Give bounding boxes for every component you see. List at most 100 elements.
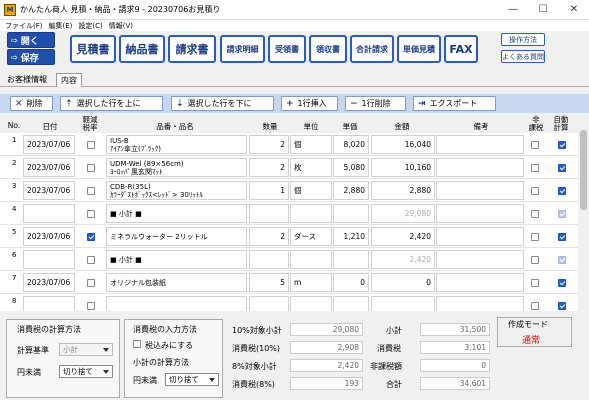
vertical-scrollbar[interactable] bbox=[578, 116, 589, 311]
reduced-tax-checkbox[interactable] bbox=[87, 164, 95, 172]
price-cell[interactable] bbox=[333, 250, 369, 269]
unit-cell[interactable]: 個 bbox=[290, 135, 332, 154]
menu-file[interactable]: ファイル(F) bbox=[5, 21, 43, 31]
insert-row-button[interactable]: +1行挿入 bbox=[281, 96, 338, 111]
qty-cell[interactable] bbox=[249, 296, 289, 311]
menu-info[interactable]: 情報(V) bbox=[109, 21, 133, 31]
auto-calc-checkbox[interactable] bbox=[558, 164, 566, 172]
nontax-checkbox[interactable] bbox=[531, 187, 539, 195]
date-cell[interactable]: 2023/07/06 bbox=[23, 273, 75, 292]
memo-cell[interactable] bbox=[436, 296, 524, 311]
auto-calc-checkbox[interactable] bbox=[558, 302, 566, 310]
amount-cell[interactable]: 2,420 bbox=[371, 227, 435, 246]
delete-row-button[interactable]: −1行削除 bbox=[345, 96, 406, 111]
item-name-cell[interactable] bbox=[106, 296, 247, 311]
menu-settings[interactable]: 設定(C) bbox=[78, 21, 102, 31]
reduced-tax-checkbox[interactable] bbox=[87, 141, 95, 149]
amount-cell[interactable]: 29,080 bbox=[371, 204, 435, 223]
nontax-checkbox[interactable] bbox=[531, 279, 539, 287]
unit-price-estimate-button[interactable]: 単価見積 bbox=[397, 35, 441, 63]
auto-calc-checkbox[interactable] bbox=[558, 256, 566, 264]
invoice-detail-button[interactable]: 請求明細 bbox=[220, 35, 265, 63]
date-cell[interactable] bbox=[23, 250, 75, 269]
tab-content[interactable]: 内容 bbox=[56, 73, 82, 87]
table-row[interactable]: 8 bbox=[0, 294, 578, 311]
fax-button[interactable]: FAX bbox=[444, 35, 478, 63]
export-button[interactable]: ⇥ エクスポート bbox=[413, 96, 496, 111]
amount-cell[interactable]: 2,420 bbox=[371, 250, 435, 269]
move-down-button[interactable]: ⇣ 選択した行を下に bbox=[171, 96, 274, 111]
auto-calc-checkbox[interactable] bbox=[558, 233, 566, 241]
unit-cell[interactable]: ダース bbox=[290, 227, 332, 246]
reduced-tax-checkbox[interactable] bbox=[87, 210, 95, 218]
how-to-button[interactable]: 操作方法 bbox=[501, 33, 545, 46]
menu-edit[interactable]: 編集(E) bbox=[49, 21, 73, 31]
item-name-cell[interactable]: CDB-R(35L) ｶﾗｰﾀﾞｽﾄﾎﾞｯｸｽ<ﾚｯﾄﾞ> 30ﾘｯﾄﾙ bbox=[106, 181, 247, 200]
date-cell[interactable]: 2023/07/06 bbox=[23, 135, 75, 154]
nontax-checkbox[interactable] bbox=[531, 164, 539, 172]
price-cell[interactable]: 0 bbox=[333, 273, 369, 292]
qty-cell[interactable]: 2 bbox=[249, 135, 289, 154]
tab-customer-info[interactable]: お客様情報 bbox=[3, 73, 51, 87]
tax-inclusive-checkbox[interactable] bbox=[133, 340, 141, 348]
close-icon[interactable]: ✕ bbox=[559, 0, 589, 20]
memo-cell[interactable] bbox=[436, 227, 524, 246]
maximize-icon[interactable]: ☐ bbox=[528, 0, 558, 20]
nontax-checkbox[interactable] bbox=[531, 302, 539, 310]
qty-cell[interactable]: 1 bbox=[249, 181, 289, 200]
receipt-button[interactable]: 領収書 bbox=[309, 35, 347, 63]
amount-cell[interactable]: 16,040 bbox=[371, 135, 435, 154]
memo-cell[interactable] bbox=[436, 204, 524, 223]
reduced-tax-checkbox[interactable] bbox=[87, 233, 95, 241]
price-cell[interactable] bbox=[333, 296, 369, 311]
nontax-checkbox[interactable] bbox=[531, 141, 539, 149]
qty-cell[interactable]: 2 bbox=[249, 158, 289, 177]
scrollbar-thumb[interactable] bbox=[580, 130, 587, 210]
item-name-cell[interactable]: ミネラルウォーター 2リットル bbox=[106, 227, 247, 246]
estimate-button[interactable]: 見積書 bbox=[70, 35, 116, 63]
memo-cell[interactable] bbox=[436, 158, 524, 177]
table-row[interactable]: 7 2023/07/06 オリジナル包装紙 5 m 0 0 bbox=[0, 271, 578, 294]
item-name-cell[interactable]: ■ 小計 ■ bbox=[106, 204, 247, 223]
table-row[interactable]: 4 ■ 小計 ■ 29,080 bbox=[0, 202, 578, 225]
item-name-cell[interactable]: ■ 小計 ■ bbox=[106, 250, 247, 269]
unit-cell[interactable]: m bbox=[290, 273, 332, 292]
price-cell[interactable]: 5,080 bbox=[333, 158, 369, 177]
date-cell[interactable] bbox=[23, 204, 75, 223]
auto-calc-checkbox[interactable] bbox=[558, 279, 566, 287]
tax-round-select[interactable]: 切り捨て bbox=[59, 365, 113, 378]
date-cell[interactable]: 2023/07/06 bbox=[23, 158, 75, 177]
date-cell[interactable] bbox=[23, 296, 75, 311]
tax-basis-select[interactable]: 小計 bbox=[59, 343, 113, 356]
move-up-button[interactable]: ⇡ 選択した行を上に bbox=[60, 96, 163, 111]
invoice-button[interactable]: 請求書 bbox=[168, 35, 216, 63]
minimize-icon[interactable]: — bbox=[498, 0, 528, 20]
table-row[interactable]: 5 2023/07/06 ミネラルウォーター 2リットル 2 ダース 1,210 2,420 bbox=[0, 225, 578, 248]
table-row[interactable]: 6 ■ 小計 ■ 2,420 bbox=[0, 248, 578, 271]
unit-cell[interactable]: 枚 bbox=[290, 158, 332, 177]
qty-cell[interactable] bbox=[249, 204, 289, 223]
item-name-cell[interactable]: オリジナル包装紙 bbox=[106, 273, 247, 292]
nontax-checkbox[interactable] bbox=[531, 256, 539, 264]
table-row[interactable]: 3 2023/07/06 CDB-R(35L) ｶﾗｰﾀﾞｽﾄﾎﾞｯｸｽ<ﾚｯﾄﾞ> … bbox=[0, 179, 578, 202]
reduced-tax-checkbox[interactable] bbox=[87, 187, 95, 195]
nontax-checkbox[interactable] bbox=[531, 233, 539, 241]
price-cell[interactable]: 1,210 bbox=[333, 227, 369, 246]
subtotal-round-select[interactable]: 切り捨て bbox=[165, 373, 219, 386]
receipt-ack-button[interactable]: 受領書 bbox=[268, 35, 306, 63]
qty-cell[interactable]: 5 bbox=[249, 273, 289, 292]
amount-cell[interactable] bbox=[371, 296, 435, 311]
item-name-cell[interactable]: UDM-Wel (89×56cm) ﾖｰﾛｯﾊﾟ風玄関ﾏｯﾄ bbox=[106, 158, 247, 177]
auto-calc-checkbox[interactable] bbox=[558, 187, 566, 195]
amount-cell[interactable]: 2,880 bbox=[371, 181, 435, 200]
price-cell[interactable] bbox=[333, 204, 369, 223]
faq-button[interactable]: よくある質問 bbox=[501, 50, 545, 63]
reduced-tax-checkbox[interactable] bbox=[87, 256, 95, 264]
amount-cell[interactable]: 10,160 bbox=[371, 158, 435, 177]
item-name-cell[interactable]: IUS-B ｱｲｱﾝ傘立(ﾌﾞﾗｯｸ) bbox=[106, 135, 247, 154]
qty-cell[interactable] bbox=[249, 250, 289, 269]
auto-calc-checkbox[interactable] bbox=[558, 210, 566, 218]
total-invoice-button[interactable]: 合計請求 bbox=[350, 35, 394, 63]
unit-cell[interactable] bbox=[290, 250, 332, 269]
price-cell[interactable]: 2,880 bbox=[333, 181, 369, 200]
